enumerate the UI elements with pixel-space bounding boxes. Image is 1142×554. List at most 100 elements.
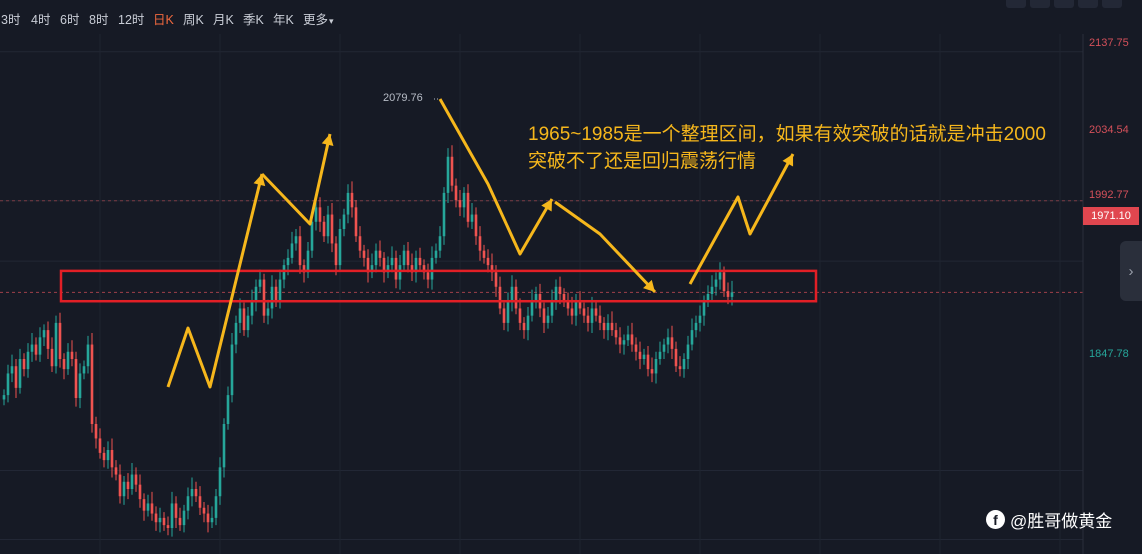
candle-body [150,503,154,514]
candle-body [514,286,518,309]
candle-body [590,308,594,323]
candle-body [106,450,110,461]
chevron-right-icon: › [1128,262,1134,280]
candle-body [70,351,74,359]
candle-body [346,192,350,215]
candle-body [310,221,314,251]
candle-body [122,481,126,497]
candle-body [230,344,234,396]
tab-quarterly[interactable]: 季K [243,9,264,28]
tab-more[interactable]: 更多▾ [303,9,334,28]
candle-body [218,467,222,497]
candle-body [18,359,22,388]
candle-body [50,348,54,367]
candle-body [142,499,146,511]
y-tick-label: 2137.75 [1089,37,1129,49]
toolbar-button-3[interactable] [1054,0,1074,8]
candle-body [202,507,206,514]
candle-body [282,265,286,280]
candle-body [26,351,30,370]
candle-body [582,308,586,316]
candle-body [446,156,450,193]
tab-3h[interactable]: 3时 [1,9,20,28]
candlestick-chart[interactable] [0,34,1142,554]
candle-body [2,395,6,400]
watermark-text: @胜哥做黄金 [1010,512,1113,531]
candle-body [510,286,514,302]
candle-body [342,214,346,229]
candle-body [406,250,410,266]
candle-body [54,322,58,367]
candle-body [614,330,618,338]
candle-body [630,334,634,345]
tab-8h[interactable]: 8时 [89,9,108,28]
candle-body [10,366,14,374]
candle-body [462,192,466,208]
y-tick-label: 1847.78 [1089,348,1129,360]
candle-body [542,308,546,323]
candle-body [186,496,190,511]
range-zone-box [59,269,818,303]
tab-6h[interactable]: 6时 [60,9,79,28]
tab-4h[interactable]: 4时 [31,9,50,28]
candle-body [506,301,510,323]
candle-body [526,315,530,331]
candle-body [358,236,362,251]
candle-body [418,257,422,266]
candle-body [598,315,602,323]
candle-body [98,438,102,453]
candle-body [430,257,434,280]
range-box [59,269,818,303]
candle-body [682,359,686,370]
annotation-text: 1965~1985是一个整理区间，如果有效突破的话就是冲击2000 突破不了还是… [528,121,1046,175]
toolbar-button-2[interactable] [1030,0,1050,8]
candle-body [638,351,642,359]
candle-body [646,354,650,370]
candle-body [666,337,670,345]
candle-body [434,250,438,258]
candle-body [626,334,630,341]
facebook-icon: f [986,510,1005,529]
candle-body [678,366,682,370]
y-tick-label: 1992.77 [1089,189,1129,201]
annotation-line-1: 1965~1985是一个整理区间，如果有效突破的话就是冲击2000 [528,124,1046,145]
candle-body [710,286,714,294]
tab-12h[interactable]: 12时 [118,9,144,28]
candle-body [442,192,446,237]
candle-body [390,257,394,266]
candle-body [242,308,246,331]
scroll-right-button[interactable]: › [1120,241,1142,301]
candle-body [146,503,150,511]
candle-body [574,301,578,316]
toolbar-button-1[interactable] [1006,0,1026,8]
tab-yearly[interactable]: 年K [273,9,294,28]
candle-body [730,292,734,297]
candle-body [722,272,726,292]
candle-body [110,450,114,468]
candle-body [274,286,278,302]
candle-body [154,513,158,523]
tab-weekly[interactable]: 周K [183,9,204,28]
candle-body [86,344,90,367]
candle-body [402,250,406,266]
candle-body [66,351,70,370]
candle-body [426,272,430,280]
candle-body [530,301,534,316]
chart-grid [0,34,1083,554]
tab-monthly[interactable]: 月K [213,9,234,28]
candle-body [262,279,266,316]
candle-body [670,337,674,349]
candle-body [290,243,294,258]
candle-body [94,424,98,439]
candle-body [622,340,626,345]
candle-body [450,156,454,186]
toolbar-button-4[interactable] [1078,0,1098,8]
tab-daily[interactable]: 日K [153,9,174,28]
candle-body [194,489,198,497]
candle-body [258,279,262,287]
candle-body [138,484,142,500]
candle-body [42,330,46,338]
toolbar-button-5[interactable] [1102,0,1122,8]
candle-body [38,337,42,355]
candle-body [90,344,94,424]
